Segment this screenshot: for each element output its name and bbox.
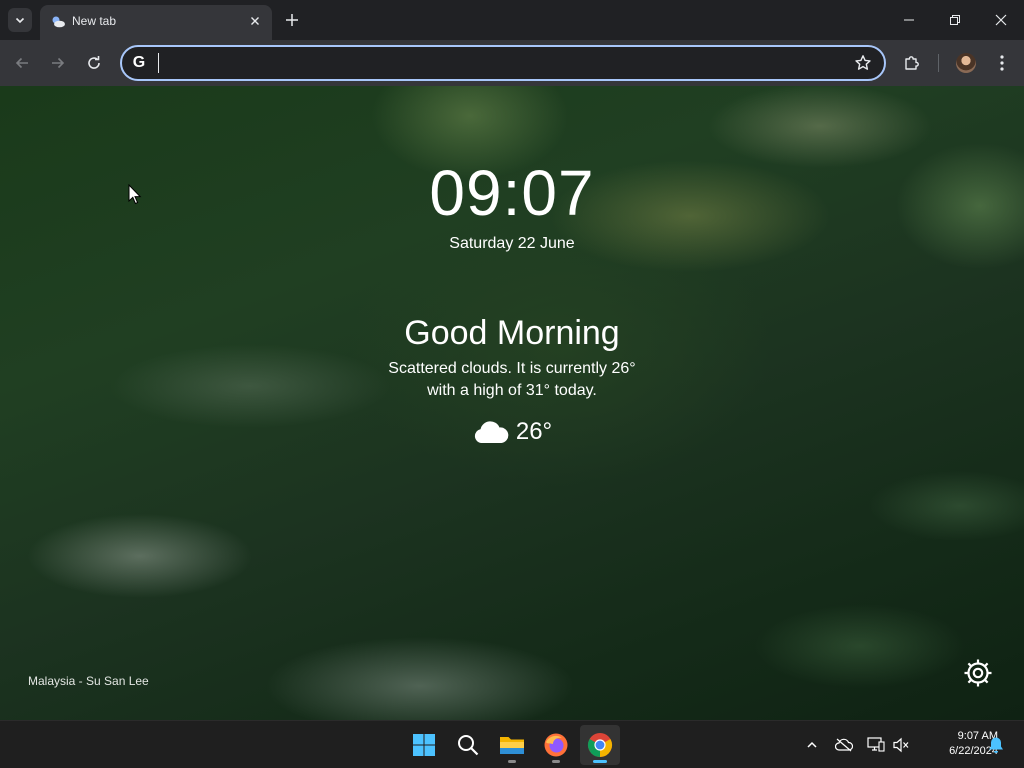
profile-avatar[interactable] bbox=[956, 53, 976, 73]
cloud-offline-icon bbox=[835, 738, 853, 752]
close-icon bbox=[995, 14, 1007, 26]
reload-button[interactable] bbox=[82, 51, 106, 75]
address-input[interactable] bbox=[156, 51, 836, 75]
back-button[interactable] bbox=[10, 51, 34, 75]
taskbar-search-button[interactable] bbox=[448, 725, 488, 765]
arrow-left-icon bbox=[15, 57, 28, 69]
chevron-up-icon bbox=[807, 741, 817, 748]
new-tab-dashboard: 09:07 Saturday 22 June Good Morning Scat… bbox=[0, 86, 1024, 720]
search-icon bbox=[458, 735, 479, 756]
plus-icon bbox=[286, 14, 298, 26]
file-explorer-button[interactable] bbox=[492, 725, 532, 765]
greeting-text: Good Morning bbox=[404, 314, 620, 352]
windows-logo-icon bbox=[413, 734, 435, 756]
firefox-button[interactable] bbox=[536, 725, 576, 765]
minimize-icon bbox=[904, 19, 914, 21]
weather-line-2: with a high of 31° today. bbox=[427, 382, 597, 399]
new-tab-button[interactable] bbox=[280, 8, 304, 32]
network-icon bbox=[867, 737, 885, 752]
chrome-icon bbox=[587, 733, 613, 757]
reload-icon bbox=[88, 56, 100, 69]
network-tray-button[interactable] bbox=[866, 735, 886, 755]
forward-button[interactable] bbox=[46, 51, 70, 75]
weather-description: Scattered clouds. It is currently 26° wi… bbox=[362, 358, 662, 402]
menu-button[interactable] bbox=[991, 52, 1013, 74]
active-indicator bbox=[593, 760, 607, 763]
tab-close-button[interactable] bbox=[246, 12, 264, 30]
tab-strip: New tab bbox=[0, 0, 1024, 40]
arrow-right-icon bbox=[52, 57, 65, 69]
firefox-icon bbox=[544, 733, 568, 757]
volume-tray-button[interactable] bbox=[891, 735, 911, 755]
windows-taskbar: 9:07 AM 6/22/2024 bbox=[0, 720, 1024, 768]
mouse-cursor-icon bbox=[128, 184, 142, 205]
chevron-down-icon bbox=[15, 17, 25, 24]
tab-new-tab[interactable]: New tab bbox=[40, 5, 272, 40]
restore-button[interactable] bbox=[932, 0, 978, 40]
notification-bell-icon[interactable] bbox=[986, 735, 1006, 755]
onedrive-tray-button[interactable] bbox=[834, 735, 854, 755]
current-weather: 26° bbox=[0, 418, 1024, 446]
minimize-button[interactable] bbox=[886, 0, 932, 40]
restore-icon bbox=[950, 15, 960, 25]
close-icon bbox=[251, 17, 259, 25]
toolbar-divider bbox=[938, 54, 939, 72]
volume-muted-icon bbox=[893, 737, 909, 753]
puzzle-icon bbox=[905, 56, 919, 70]
current-temperature: 26° bbox=[515, 418, 553, 445]
running-indicator bbox=[552, 760, 560, 763]
start-button[interactable] bbox=[404, 725, 444, 765]
more-vert-icon bbox=[1000, 55, 1004, 71]
extensions-button[interactable] bbox=[901, 52, 923, 74]
running-indicator bbox=[508, 760, 516, 763]
settings-gear-icon[interactable] bbox=[961, 656, 995, 690]
tab-search-button[interactable] bbox=[8, 8, 32, 32]
clock-time: 09:07 bbox=[429, 157, 595, 229]
browser-toolbar: G bbox=[0, 40, 1024, 86]
weather-favicon-icon bbox=[52, 16, 65, 28]
bookmark-star-icon[interactable] bbox=[854, 54, 872, 72]
google-g-icon: G bbox=[132, 54, 146, 71]
cloud-icon bbox=[474, 421, 509, 443]
weather-line-1: Scattered clouds. It is currently 26° bbox=[388, 360, 636, 377]
tab-title: New tab bbox=[72, 14, 117, 28]
close-window-button[interactable] bbox=[978, 0, 1024, 40]
clock-date: Saturday 22 June bbox=[449, 235, 575, 252]
photo-credit[interactable]: Malaysia - Su San Lee bbox=[28, 674, 149, 688]
omnibox[interactable]: G bbox=[120, 45, 886, 81]
tray-overflow-button[interactable] bbox=[802, 735, 822, 755]
chrome-button[interactable] bbox=[580, 725, 620, 765]
text-caret bbox=[158, 53, 159, 73]
folder-icon bbox=[500, 737, 524, 754]
